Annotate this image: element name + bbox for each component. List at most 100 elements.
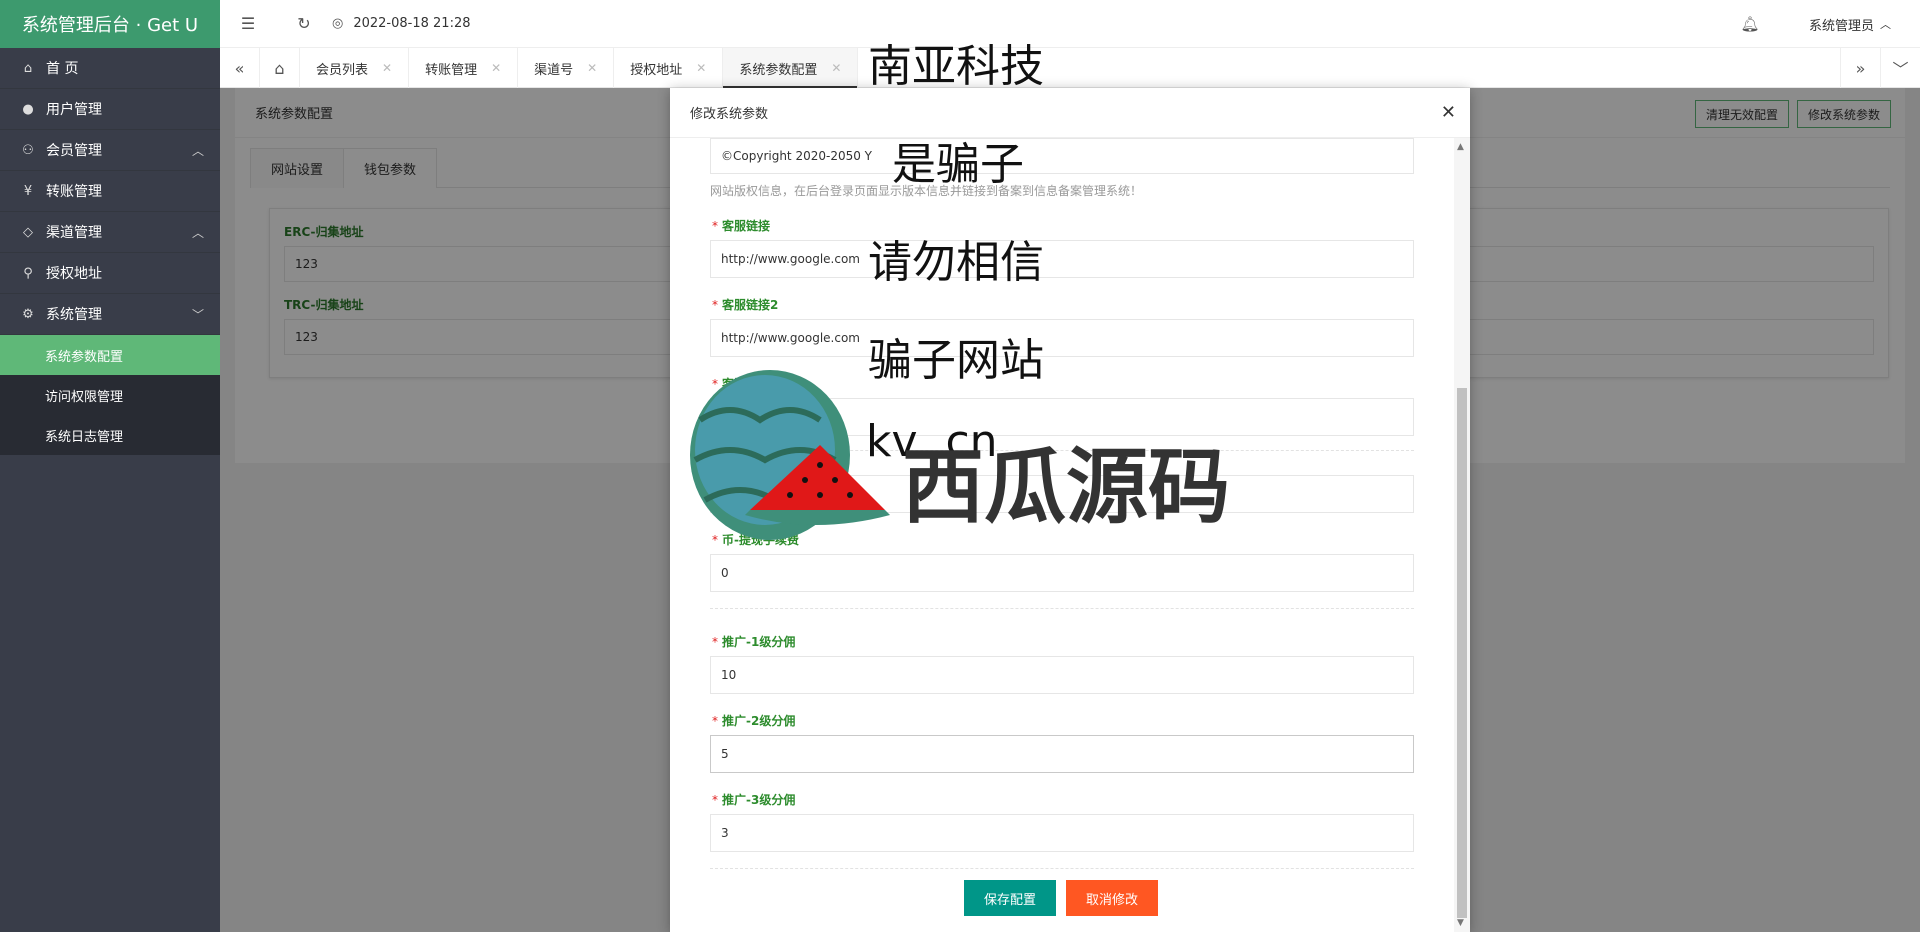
service-link-field[interactable]: http://www.google.com bbox=[710, 240, 1414, 278]
yen-icon: ¥ bbox=[23, 183, 33, 199]
home-icon: ⌂ bbox=[23, 60, 33, 76]
menu-toggle-icon[interactable]: ☰ bbox=[220, 0, 276, 48]
modal-header: 修改系统参数 ✕ bbox=[670, 88, 1470, 138]
watermark-brand: 西瓜源码 bbox=[902, 440, 1231, 535]
sidebar-item-label: 授权地址 bbox=[46, 266, 102, 282]
tab-label: 转账管理 bbox=[425, 62, 478, 78]
copyright-field-group: ©Copyright 2020-2050 Y 网站版权信息，在后台登录页面显示版… bbox=[710, 138, 1414, 199]
sidebar-item-home[interactable]: ⌂ 首 页 bbox=[0, 48, 220, 89]
required-mark: * bbox=[712, 635, 718, 649]
scroll-down-icon[interactable]: ▼ bbox=[1457, 918, 1464, 928]
tabs-scroll-left-icon[interactable]: « bbox=[220, 48, 260, 88]
page-tabs-bar: « ⌂ 会员列表 ✕ 转账管理 ✕ 渠道号 ✕ 授权地址 ✕ 系统参数配置 ✕ » ﹀ bbox=[220, 48, 1920, 88]
tab-label: 渠道号 bbox=[534, 62, 574, 78]
watermelon-logo-icon bbox=[690, 370, 890, 540]
tab-label: 系统参数配置 bbox=[739, 62, 818, 78]
app-logo-title[interactable]: 系统管理后台 · Get U bbox=[0, 0, 220, 48]
tab-label: 授权地址 bbox=[630, 62, 683, 78]
field-label-text: 客服链接 bbox=[722, 219, 771, 233]
close-icon[interactable]: ✕ bbox=[1441, 102, 1456, 123]
user-icon: ● bbox=[22, 101, 34, 117]
modal-title: 修改系统参数 bbox=[690, 107, 769, 122]
sidebar-item-auth-address[interactable]: ⚲ 授权地址 bbox=[0, 253, 220, 294]
top-header: ☰ ↻ ◎ 2022-08-18 21:28 🔔︎ 系统管理员 ︿ bbox=[220, 0, 1920, 48]
chevron-up-icon: ︿ bbox=[1880, 18, 1891, 31]
promo-level3-field[interactable]: 3 bbox=[710, 814, 1414, 852]
promo-level1-field[interactable]: 10 bbox=[710, 656, 1414, 694]
modal-scrollbar[interactable]: ▲ ▼ bbox=[1454, 138, 1470, 932]
globe-icon: ◎ bbox=[332, 16, 344, 31]
divider bbox=[710, 868, 1414, 869]
service-link2-field[interactable]: http://www.google.com bbox=[710, 319, 1414, 357]
save-config-button[interactable]: 保存配置 bbox=[964, 880, 1056, 916]
close-icon[interactable]: ✕ bbox=[831, 61, 841, 75]
form-field: * 客服链接2 http://www.google.com bbox=[710, 296, 1414, 357]
tabs-menu-chevron-icon[interactable]: ﹀ bbox=[1880, 48, 1920, 88]
modal-actions: 保存配置 取消修改 bbox=[964, 880, 1158, 916]
field-label: * 客服链接 bbox=[712, 217, 1414, 234]
tabs-right-controls: » ﹀ bbox=[1840, 48, 1920, 88]
sidebar-item-system-params[interactable]: 系统参数配置 bbox=[0, 335, 220, 375]
home-tab-icon[interactable]: ⌂ bbox=[260, 48, 300, 88]
close-icon[interactable]: ✕ bbox=[587, 61, 597, 75]
cancel-edit-button[interactable]: 取消修改 bbox=[1066, 880, 1158, 916]
divider bbox=[710, 608, 1414, 609]
tab-member-list[interactable]: 会员列表 ✕ bbox=[300, 48, 410, 88]
field-label: * 推广-2级分佣 bbox=[712, 712, 1414, 729]
sidebar-item-label: 用户管理 bbox=[46, 102, 102, 118]
required-mark: * bbox=[712, 793, 718, 807]
close-icon[interactable]: ✕ bbox=[696, 61, 706, 75]
system-submenu: 系统参数配置 访问权限管理 系统日志管理 bbox=[0, 335, 220, 455]
chevron-down-icon: ﹀ bbox=[191, 308, 204, 322]
sidebar-item-system-logs[interactable]: 系统日志管理 bbox=[0, 415, 220, 455]
watermark-line-3: 请勿相信 bbox=[868, 237, 1044, 288]
form-field: * 推广-2级分佣 5 bbox=[710, 712, 1414, 773]
sidebar-item-users[interactable]: ● 用户管理 bbox=[0, 89, 220, 130]
chevron-up-icon: ︿ bbox=[191, 144, 204, 158]
bell-icon[interactable]: 🔔︎ bbox=[1720, 15, 1780, 33]
promo-level2-field[interactable]: 5 bbox=[710, 735, 1414, 773]
tab-system-params[interactable]: 系统参数配置 ✕ bbox=[723, 48, 859, 88]
member-icon: ⚇ bbox=[22, 142, 34, 158]
form-field: * 推广-1级分佣 10 bbox=[710, 633, 1414, 694]
tab-channel[interactable]: 渠道号 ✕ bbox=[518, 48, 615, 88]
scroll-up-icon[interactable]: ▲ bbox=[1457, 142, 1464, 152]
tab-auth-address[interactable]: 授权地址 ✕ bbox=[614, 48, 724, 88]
user-name: 系统管理员 bbox=[1808, 18, 1874, 34]
watermark-line-1: 南亚科技 bbox=[868, 41, 1044, 92]
field-label-text: 推广-2级分佣 bbox=[722, 714, 796, 728]
sidebar-item-members[interactable]: ⚇ 会员管理 ︿ bbox=[0, 130, 220, 171]
header-datetime: 2022-08-18 21:28 bbox=[353, 16, 471, 31]
field-label: * 推广-1级分佣 bbox=[712, 633, 1414, 650]
close-icon[interactable]: ✕ bbox=[491, 61, 501, 75]
app-root: 系统管理后台 · Get U ⌂ 首 页 ● 用户管理 ⚇ 会员管理 ︿ ¥ 转… bbox=[0, 0, 1920, 932]
watermark-line-2: 是骗子 bbox=[892, 139, 1024, 190]
form-field: * 推广-3级分佣 3 bbox=[710, 791, 1414, 852]
tabs-scroll-right-icon[interactable]: » bbox=[1840, 48, 1880, 88]
close-icon[interactable]: ✕ bbox=[382, 61, 392, 75]
sidebar-item-channels[interactable]: ◇ 渠道管理 ︿ bbox=[0, 212, 220, 253]
sidebar-item-label: 会员管理 bbox=[46, 143, 102, 159]
sidebar-item-label: 首 页 bbox=[46, 61, 79, 77]
sidebar-item-system[interactable]: ⚙ 系统管理 ﹀ bbox=[0, 294, 220, 335]
sidebar-item-label: 渠道管理 bbox=[46, 225, 102, 241]
field-label-text: 推广-1级分佣 bbox=[722, 635, 796, 649]
required-mark: * bbox=[712, 714, 718, 728]
field-label: * 推广-3级分佣 bbox=[712, 791, 1414, 808]
tab-transfer[interactable]: 转账管理 ✕ bbox=[409, 48, 519, 88]
copyright-help-text: 网站版权信息，在后台登录页面显示版本信息并链接到备案到信息备案管理系统！ bbox=[710, 184, 1143, 198]
field-label-text: 推广-3级分佣 bbox=[722, 793, 796, 807]
sidebar-item-label: 转账管理 bbox=[46, 184, 102, 200]
user-menu[interactable]: 系统管理员 ︿ bbox=[1780, 15, 1920, 34]
tab-label: 会员列表 bbox=[316, 62, 369, 78]
gear-icon: ⚙ bbox=[22, 306, 34, 322]
refresh-icon[interactable]: ↻ bbox=[276, 0, 332, 48]
pin-icon: ⚲ bbox=[23, 265, 33, 281]
required-mark: * bbox=[712, 298, 718, 312]
sidebar-item-label: 系统管理 bbox=[46, 307, 102, 323]
field-label: * 客服链接2 bbox=[712, 296, 1414, 313]
sidebar-item-access-control[interactable]: 访问权限管理 bbox=[0, 375, 220, 415]
scroll-thumb[interactable] bbox=[1457, 388, 1467, 918]
copyright-field[interactable]: ©Copyright 2020-2050 Y bbox=[710, 138, 1414, 174]
sidebar-item-transfer[interactable]: ¥ 转账管理 bbox=[0, 171, 220, 212]
